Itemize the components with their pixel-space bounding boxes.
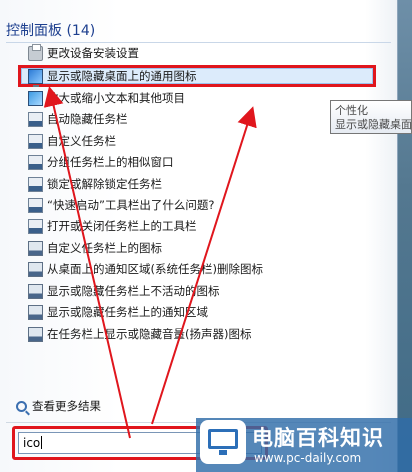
monitor-logo-icon — [200, 420, 246, 464]
annotation-arrows — [43, 86, 257, 439]
arrow-to-result — [43, 86, 131, 439]
arrow-to-tooltip — [151, 106, 257, 425]
watermark-title: 电脑百科知识 — [252, 426, 384, 450]
watermark-url: www.pc-daily.com — [254, 451, 362, 465]
